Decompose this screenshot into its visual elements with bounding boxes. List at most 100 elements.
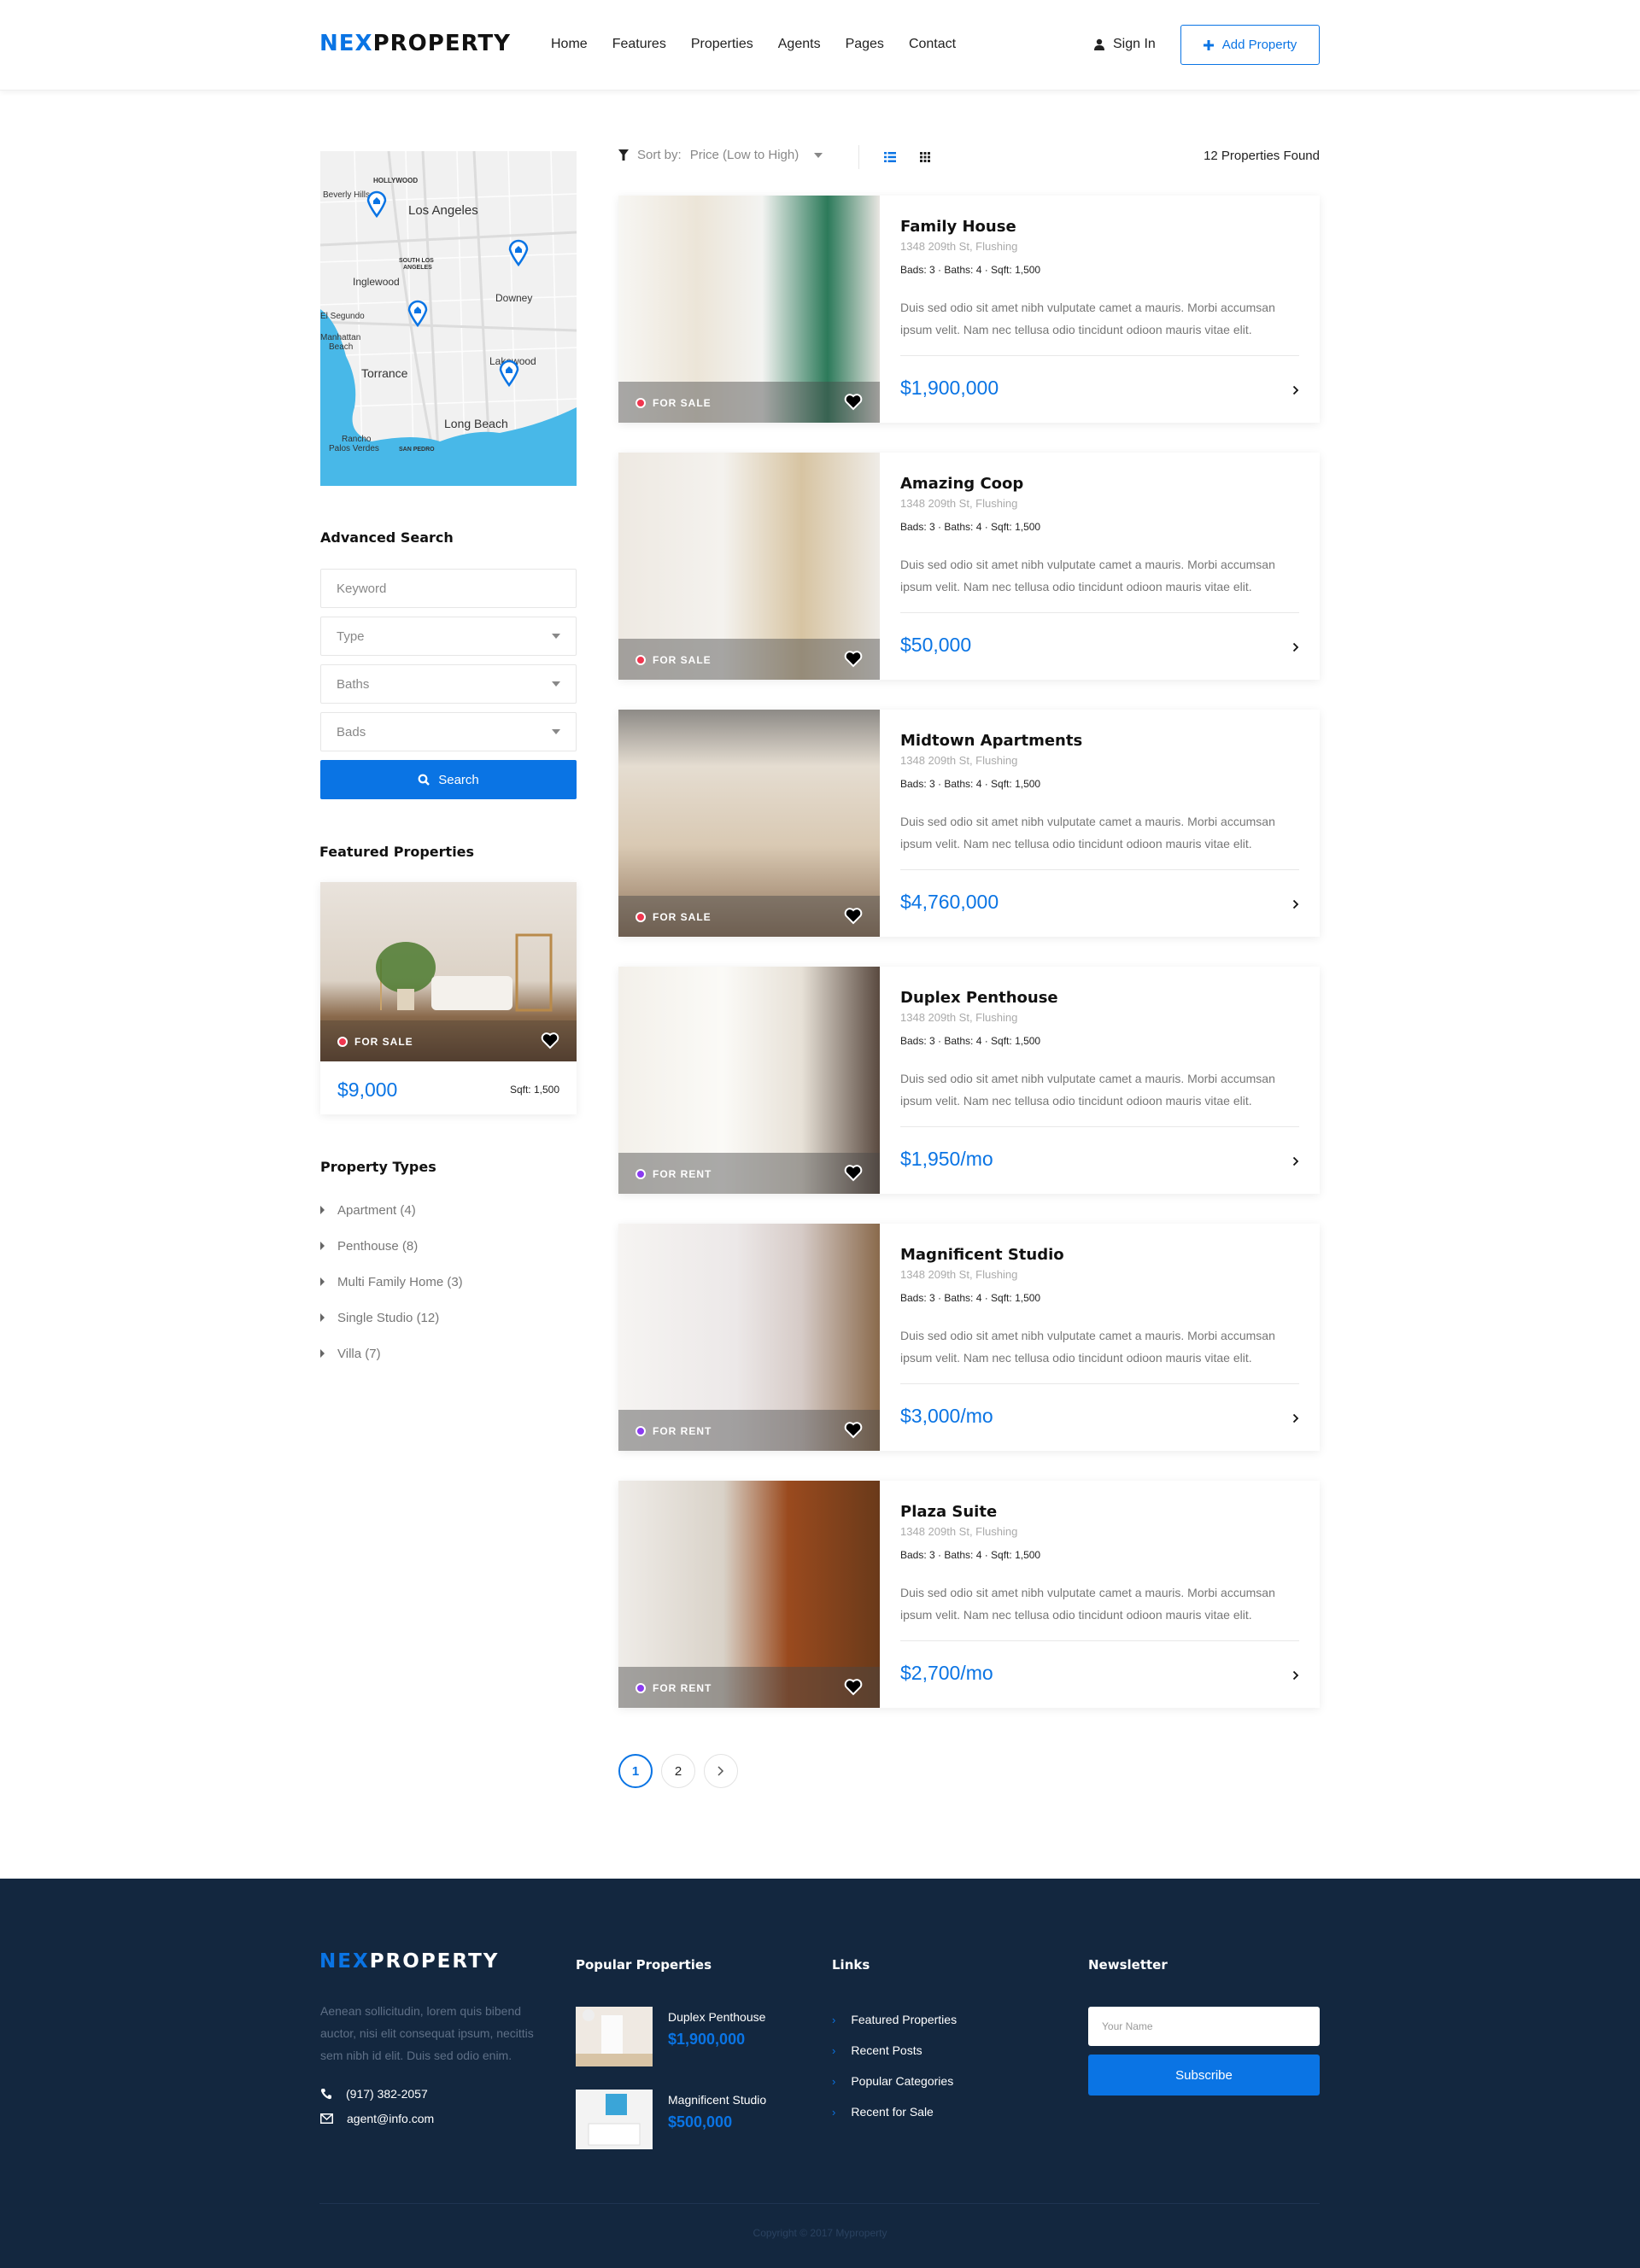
heart-icon[interactable] bbox=[844, 651, 863, 668]
search-button[interactable]: Search bbox=[320, 760, 577, 799]
property-image[interactable]: FOR RENT bbox=[618, 1224, 880, 1451]
nav-home[interactable]: Home bbox=[551, 37, 588, 52]
property-card[interactable]: FOR RENT Plaza Suite 1348 209th St, Flus… bbox=[618, 1481, 1320, 1708]
property-title[interactable]: Magnificent Studio bbox=[900, 1246, 1064, 1264]
page-1-button[interactable]: 1 bbox=[618, 1754, 653, 1788]
nav-contact[interactable]: Contact bbox=[909, 37, 956, 52]
property-type-penthouse[interactable]: Penthouse (8) bbox=[320, 1228, 463, 1264]
next-page-button[interactable] bbox=[704, 1754, 738, 1788]
sort-label: Sort by: bbox=[637, 148, 682, 162]
property-meta: Bads: 3 · Baths: 4 · Sqft: 1,500 bbox=[900, 1549, 1041, 1561]
status-badge: FOR SALE bbox=[636, 911, 712, 923]
property-image[interactable]: FOR SALE bbox=[618, 196, 880, 423]
heart-icon[interactable] bbox=[844, 1679, 863, 1696]
status-badge: FOR SALE bbox=[636, 397, 712, 409]
nav-agents[interactable]: Agents bbox=[778, 37, 821, 52]
heart-icon[interactable] bbox=[844, 1422, 863, 1439]
property-title[interactable]: Duplex Penthouse bbox=[900, 989, 1058, 1007]
property-card[interactable]: FOR SALE Family House 1348 209th St, Flu… bbox=[618, 196, 1320, 423]
property-details-arrow[interactable] bbox=[1292, 1410, 1299, 1428]
subscribe-button[interactable]: Subscribe bbox=[1088, 2055, 1320, 2096]
property-type-apartment[interactable]: Apartment (4) bbox=[320, 1192, 463, 1228]
property-card[interactable]: FOR SALE Amazing Coop 1348 209th St, Flu… bbox=[618, 453, 1320, 680]
heart-icon[interactable] bbox=[844, 394, 863, 411]
property-details-arrow[interactable] bbox=[1292, 382, 1299, 400]
caret-down-icon bbox=[552, 681, 560, 687]
caret-right-icon bbox=[320, 1277, 325, 1286]
caret-down-icon bbox=[552, 729, 560, 734]
property-address: 1348 209th St, Flushing bbox=[900, 1268, 1018, 1281]
footer-email[interactable]: agent@info.com bbox=[320, 2112, 434, 2125]
footer-link-recent-sale[interactable]: › Recent for Sale bbox=[832, 2096, 957, 2127]
grid-view-icon[interactable] bbox=[920, 152, 930, 162]
site-header: NEXPROPERTY Home Features Properties Age… bbox=[0, 0, 1640, 91]
property-details-arrow[interactable] bbox=[1292, 1667, 1299, 1685]
property-map[interactable]: HOLLYWOOD Beverly Hills Los Angeles SOUT… bbox=[320, 151, 577, 486]
footer-link-recent-posts[interactable]: › Recent Posts bbox=[832, 2035, 957, 2066]
bads-select-value: Bads bbox=[337, 724, 366, 739]
nav-pages[interactable]: Pages bbox=[846, 37, 884, 52]
property-title[interactable]: Midtown Apartments bbox=[900, 732, 1082, 750]
nav-features[interactable]: Features bbox=[612, 37, 666, 52]
popular-property-item[interactable]: Magnificent Studio $500,000 bbox=[576, 2090, 766, 2149]
property-address: 1348 209th St, Flushing bbox=[900, 497, 1018, 510]
footer-logo[interactable]: NEXPROPERTY bbox=[319, 1950, 499, 1973]
nav-properties[interactable]: Properties bbox=[691, 37, 753, 52]
footer-link-popular-categories[interactable]: › Popular Categories bbox=[832, 2066, 957, 2096]
status-badge: FOR RENT bbox=[636, 1425, 712, 1437]
type-select[interactable]: Type bbox=[320, 617, 577, 656]
page-2-button[interactable]: 2 bbox=[661, 1754, 695, 1788]
map-label-el-segundo: El Segundo bbox=[320, 312, 365, 321]
property-details-arrow[interactable] bbox=[1292, 639, 1299, 657]
property-title[interactable]: Amazing Coop bbox=[900, 475, 1023, 493]
logo[interactable]: NEXPROPERTY bbox=[319, 31, 511, 56]
newsletter-name-input[interactable]: Your Name bbox=[1088, 2007, 1320, 2046]
status-dot bbox=[636, 398, 646, 408]
property-description: Duis sed odio sit amet nibh vulputate ca… bbox=[900, 558, 1275, 593]
popular-property-item[interactable]: Duplex Penthouse $1,900,000 bbox=[576, 2007, 765, 2066]
property-address: 1348 209th St, Flushing bbox=[900, 1011, 1018, 1024]
type-select-value: Type bbox=[337, 628, 365, 644]
property-image[interactable]: FOR RENT bbox=[618, 1481, 880, 1708]
property-details-arrow[interactable] bbox=[1292, 1153, 1299, 1171]
property-image[interactable]: FOR SALE bbox=[618, 453, 880, 680]
property-title[interactable]: Plaza Suite bbox=[900, 1503, 997, 1521]
property-image[interactable]: FOR SALE bbox=[618, 710, 880, 937]
map-label-torrance: Torrance bbox=[361, 366, 408, 380]
footer-phone[interactable]: (917) 382-2057 bbox=[320, 2087, 428, 2101]
property-price: $2,700/mo bbox=[900, 1662, 993, 1684]
property-card[interactable]: FOR SALE Midtown Apartments 1348 209th S… bbox=[618, 710, 1320, 937]
property-image[interactable]: FOR RENT bbox=[618, 967, 880, 1194]
property-type-villa[interactable]: Villa (7) bbox=[320, 1336, 463, 1371]
heart-icon[interactable] bbox=[844, 1165, 863, 1182]
list-view-icon[interactable] bbox=[884, 152, 896, 162]
property-card[interactable]: FOR RENT Duplex Penthouse 1348 209th St,… bbox=[618, 967, 1320, 1194]
add-property-button[interactable]: Add Property bbox=[1180, 25, 1320, 65]
map-canvas[interactable]: HOLLYWOOD Beverly Hills Los Angeles SOUT… bbox=[320, 151, 577, 486]
status-dot bbox=[636, 1169, 646, 1179]
property-type-single-studio[interactable]: Single Studio (12) bbox=[320, 1300, 463, 1336]
bads-select[interactable]: Bads bbox=[320, 712, 577, 751]
property-type-multi-family[interactable]: Multi Family Home (3) bbox=[320, 1264, 463, 1300]
status-badge: FOR RENT bbox=[636, 1168, 712, 1180]
status-dot bbox=[636, 1683, 646, 1693]
property-title[interactable]: Family House bbox=[900, 218, 1016, 236]
featured-property-card[interactable]: FOR SALE $9,000 Sqft: 1,500 bbox=[320, 882, 577, 1114]
heart-icon[interactable] bbox=[844, 908, 863, 925]
property-details-arrow[interactable] bbox=[1292, 896, 1299, 914]
chevron-right-icon: › bbox=[832, 2013, 836, 2026]
property-card[interactable]: FOR RENT Magnificent Studio 1348 209th S… bbox=[618, 1224, 1320, 1451]
heart-icon[interactable] bbox=[541, 1032, 559, 1049]
property-address: 1348 209th St, Flushing bbox=[900, 754, 1018, 767]
popular-properties-heading: Popular Properties bbox=[576, 1957, 712, 1973]
keyword-input[interactable]: Keyword bbox=[320, 569, 577, 608]
sign-in-link[interactable]: Sign In bbox=[1094, 37, 1156, 52]
footer-link-featured[interactable]: › Featured Properties bbox=[832, 2004, 957, 2035]
toolbar-divider bbox=[858, 145, 859, 169]
caret-right-icon bbox=[320, 1313, 325, 1322]
sort-dropdown[interactable]: Sort by: Price (Low to High) bbox=[618, 148, 823, 162]
baths-select[interactable]: Baths bbox=[320, 664, 577, 704]
card-divider bbox=[900, 612, 1299, 613]
chevron-right-icon bbox=[1292, 385, 1299, 395]
pagination: 1 2 bbox=[618, 1754, 738, 1788]
